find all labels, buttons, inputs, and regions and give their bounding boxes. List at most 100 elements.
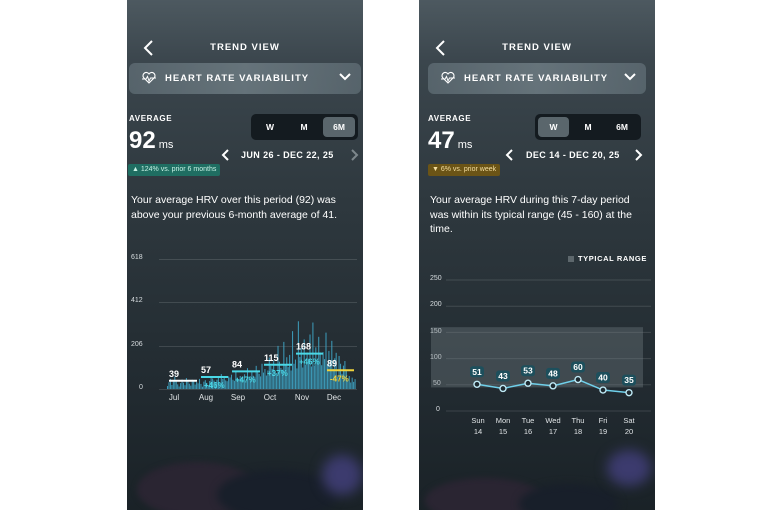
monthly-average-label: 168 <box>296 342 311 352</box>
hrv-bar <box>257 371 259 389</box>
hrv-bar <box>313 365 315 389</box>
x-tick-day: Sun <box>471 416 485 425</box>
hrv-bar <box>297 321 299 389</box>
hrv-point <box>625 388 633 397</box>
monthly-change-label: +46% <box>299 358 320 367</box>
hrv-bar <box>302 367 304 389</box>
x-tick-label: Oct <box>263 393 277 402</box>
hrv-bar <box>201 386 203 389</box>
hrv-bar <box>350 382 352 389</box>
hrv-bar <box>229 377 231 389</box>
hrv-bar <box>261 363 263 389</box>
hrv-bar <box>180 383 182 389</box>
hrv-bar <box>188 383 190 389</box>
hrv-bar <box>293 363 295 389</box>
hrv-bar <box>296 368 298 389</box>
x-tick-label: Aug <box>198 393 214 402</box>
hrv-bar <box>177 384 179 389</box>
typical-range-band <box>431 327 643 388</box>
value-label: 43 <box>498 371 508 381</box>
hrv-bar <box>167 386 169 389</box>
x-tick-label: Dec <box>326 393 342 402</box>
value-label: 51 <box>472 367 482 377</box>
blurred-accent <box>322 455 362 495</box>
hrv-point <box>574 375 582 384</box>
hrv-bar <box>178 386 180 389</box>
hrv-bar <box>290 370 292 389</box>
x-tick-date: 17 <box>548 427 558 436</box>
hrv-bar <box>324 359 326 389</box>
monthly-change-label: +47% <box>235 375 256 384</box>
x-tick-date: 16 <box>523 427 533 436</box>
hrv-bar <box>287 367 289 389</box>
value-label: 40 <box>598 373 608 383</box>
hrv-bar <box>354 379 356 389</box>
x-tick-date: 18 <box>573 427 583 436</box>
hrv-bar <box>264 369 266 389</box>
hrv-bar <box>353 381 355 389</box>
hrv-bar <box>260 376 262 389</box>
hrv-bar <box>262 372 264 389</box>
hrv-bar <box>175 381 177 389</box>
x-tick-date: 19 <box>598 427 608 436</box>
hrv-bar <box>184 385 186 389</box>
monthly-average-label: 39 <box>169 369 179 379</box>
hrv-point <box>524 379 532 387</box>
hrv-bar <box>289 354 291 389</box>
hrv-point <box>473 380 481 388</box>
hrv-bar <box>351 377 353 389</box>
hrv-bar <box>225 380 227 389</box>
hrv-bar <box>193 380 195 389</box>
hrv-bar <box>228 376 230 389</box>
hrv-bar <box>258 373 260 389</box>
hrv-bar <box>198 378 201 389</box>
x-tick-date: 15 <box>498 427 508 436</box>
x-tick-day: Sat <box>623 416 635 425</box>
value-label: 53 <box>523 366 533 376</box>
hrv-bar <box>312 322 314 389</box>
hrv-bar <box>185 378 187 389</box>
monthly-change-label: +37% <box>267 369 288 378</box>
x-tick-date: 20 <box>624 427 634 436</box>
value-label: 60 <box>573 362 583 372</box>
hrv-bar <box>255 365 257 389</box>
monthly-change-label: -47% <box>330 374 349 383</box>
hrv-bar <box>321 365 323 389</box>
value-label: 48 <box>548 368 558 378</box>
hrv-bar <box>190 385 192 389</box>
x-tick-date: 14 <box>473 427 483 436</box>
hrv-bar <box>305 364 307 389</box>
x-tick-day: Mon <box>495 416 511 425</box>
monthly-average-label: 115 <box>264 353 279 363</box>
hrv-bar <box>194 384 196 389</box>
hrv-point <box>499 384 507 393</box>
x-tick-label: Jul <box>168 393 180 402</box>
hrv-bar <box>182 382 185 389</box>
value-label: 35 <box>624 375 634 385</box>
hrv-bar <box>230 374 233 389</box>
hrv-bar <box>322 352 324 389</box>
hrv-bar <box>319 352 321 389</box>
hrv-bar <box>196 382 198 389</box>
monthly-average-label: 89 <box>327 358 337 368</box>
x-tick-day: Tue <box>521 416 535 425</box>
chart-plot-area: 39 57 +46% 84 +47% 115 +37% 168 +46% 89 -47% <box>167 321 356 390</box>
monthly-average-label: 57 <box>201 365 211 375</box>
x-tick-label: Nov <box>294 393 310 402</box>
hrv-point <box>549 382 557 390</box>
left-phone-screen: TREND VIEW HEART RATE VARIABILITY AVERAG… <box>127 0 363 510</box>
monthly-average-label: 84 <box>232 359 242 369</box>
hrv-bar <box>338 355 340 389</box>
hrv-point <box>599 386 607 394</box>
x-tick-day: Thu <box>571 416 585 425</box>
hrv-bar <box>294 359 296 389</box>
x-tick-day: Wed <box>545 416 561 425</box>
hrv-bar <box>232 379 234 389</box>
hrv-bar <box>168 382 170 389</box>
hrv-bar <box>226 381 228 389</box>
hrv-bar <box>200 383 202 389</box>
hrv-bar <box>348 375 350 389</box>
hrv-bar <box>197 383 199 389</box>
hrv-bar <box>292 331 294 389</box>
blurred-accent <box>607 450 651 486</box>
